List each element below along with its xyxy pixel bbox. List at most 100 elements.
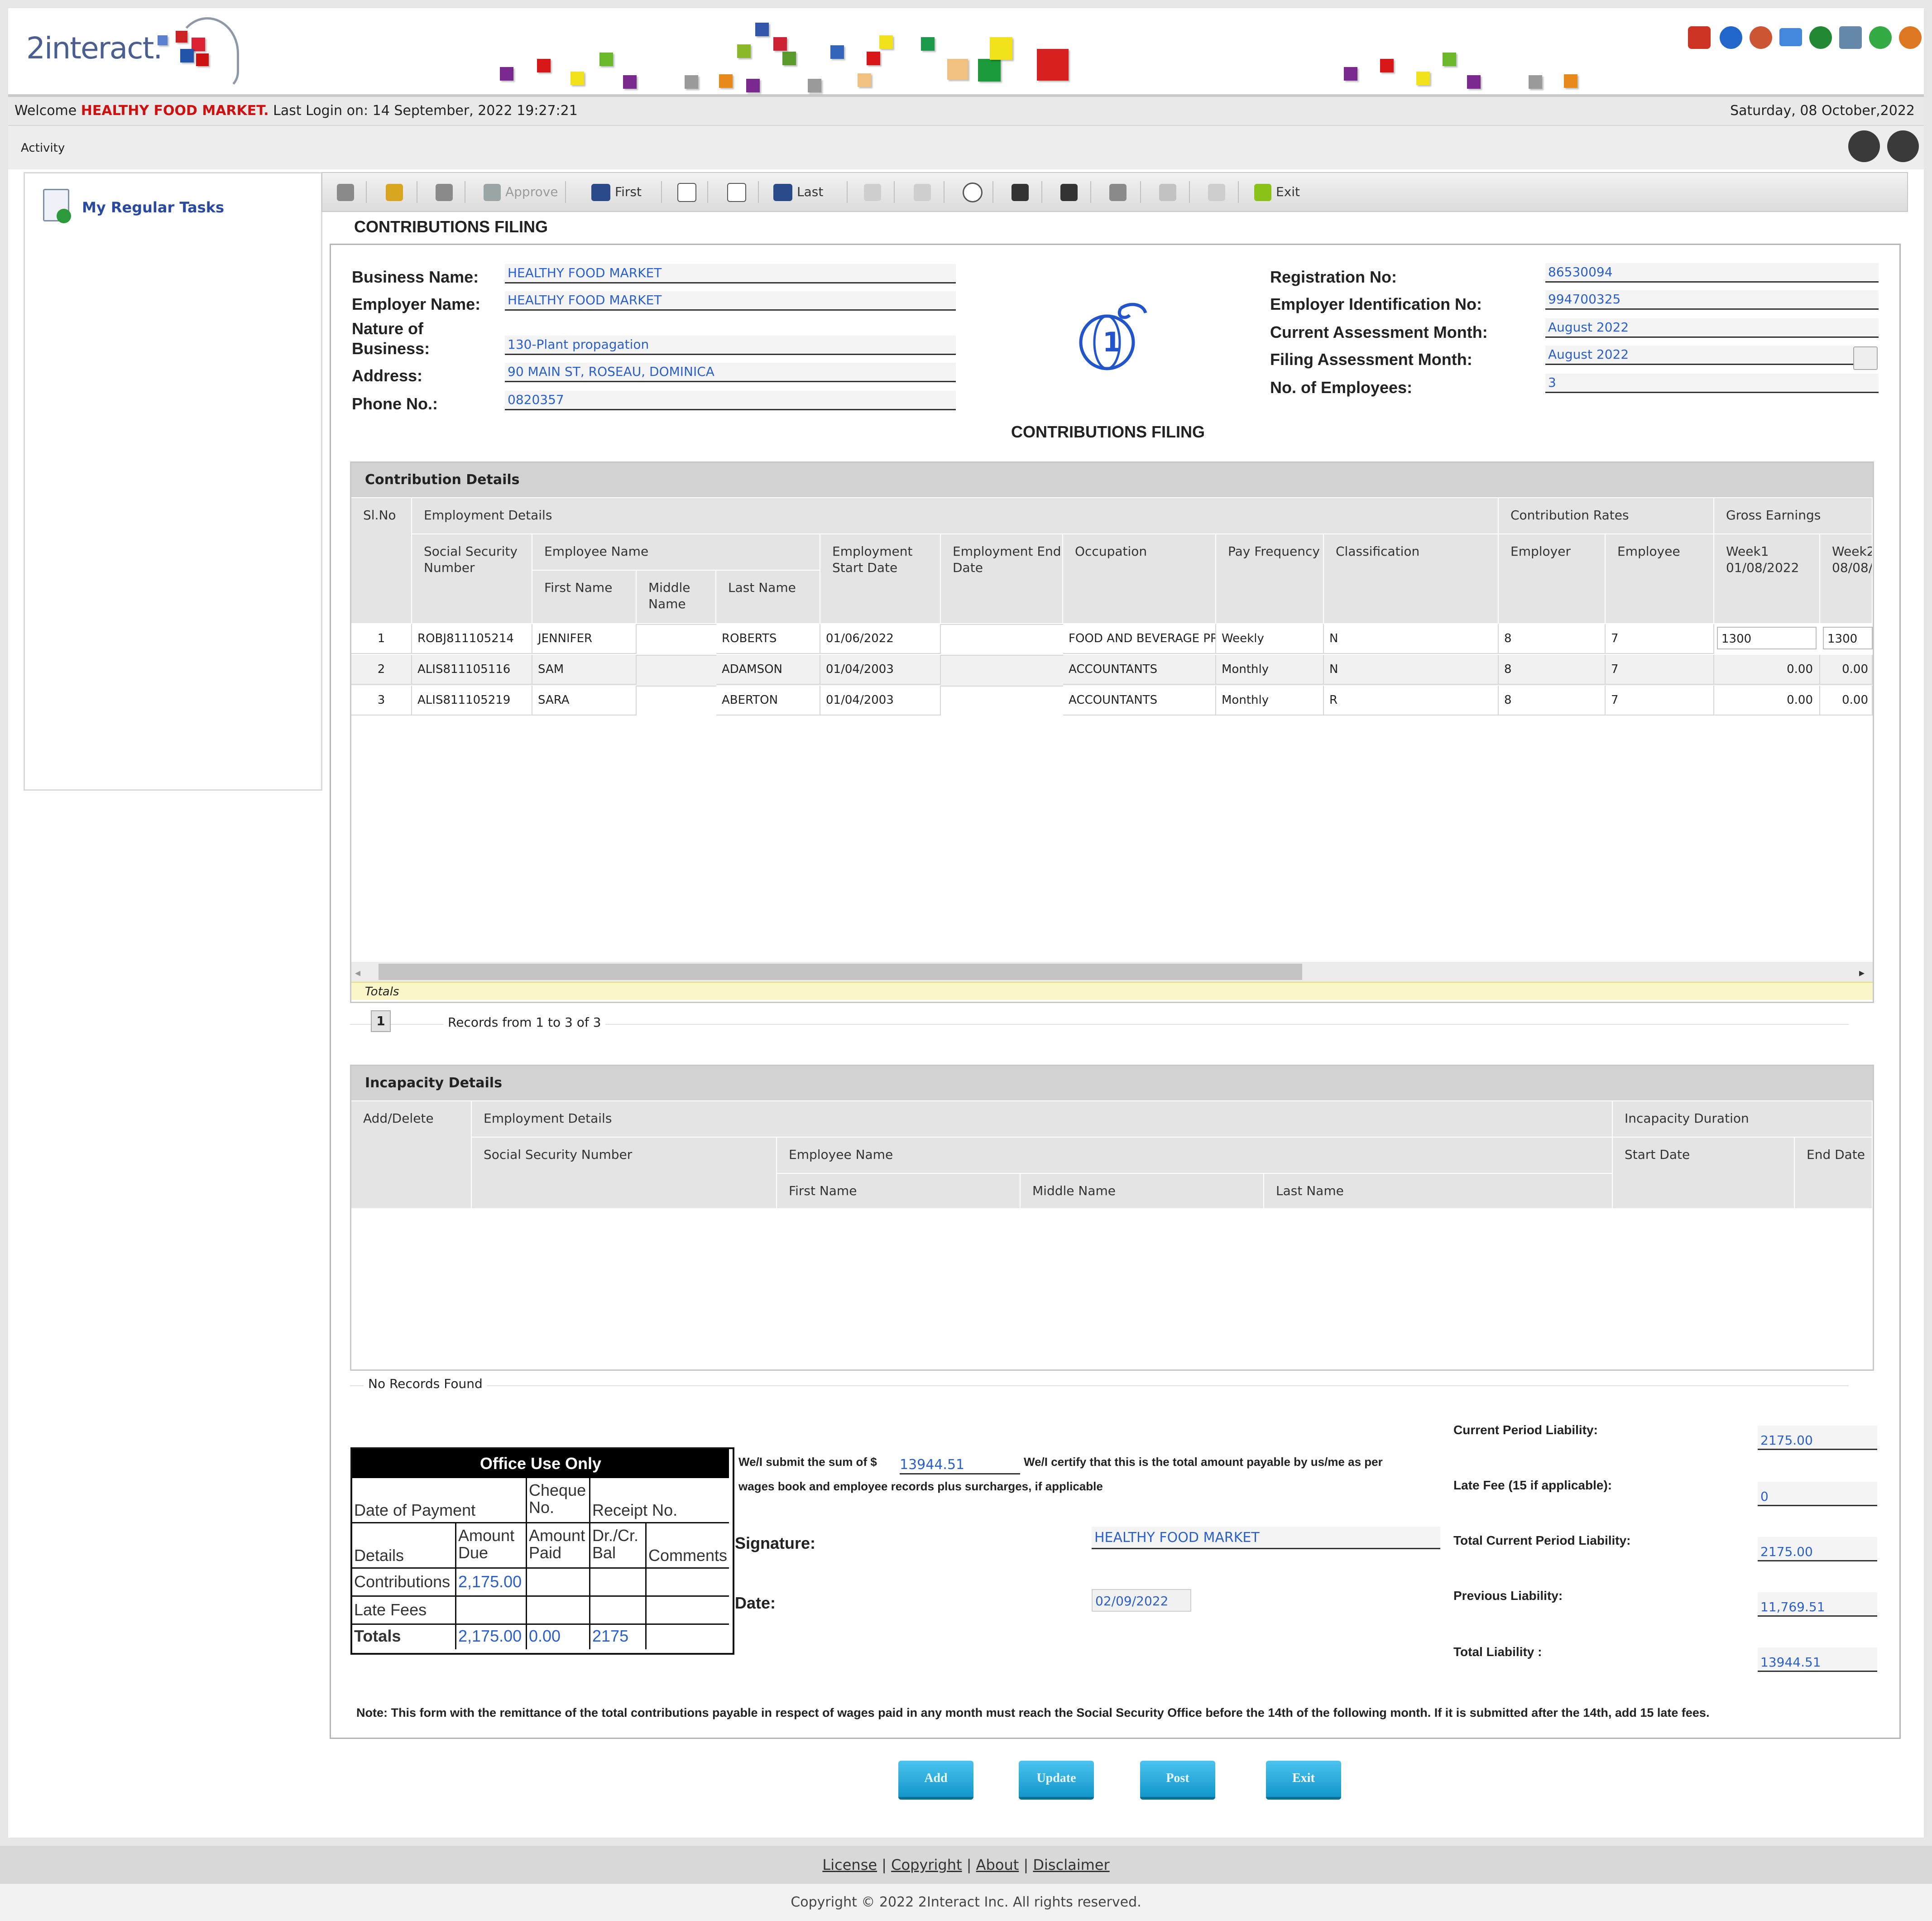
ein-field[interactable]: 994700325 xyxy=(1545,290,1879,310)
globe-icon[interactable] xyxy=(1720,26,1742,49)
cell-week2: 0.00 xyxy=(1820,655,1873,685)
col-incap-ssn: Social Security Number xyxy=(472,1138,777,1209)
date-field[interactable]: 02/09/2022 xyxy=(1092,1589,1191,1612)
activity-menu[interactable]: Activity xyxy=(21,141,65,155)
exit-form-button[interactable]: Exit xyxy=(1266,1761,1341,1800)
total-current-liability-field[interactable]: 2175.00 xyxy=(1758,1537,1877,1561)
week1-input[interactable]: 1300 xyxy=(1717,627,1817,649)
office-totals-due: 2,175.00 xyxy=(456,1625,527,1649)
prev-button[interactable] xyxy=(677,179,701,205)
next-button[interactable] xyxy=(727,179,751,205)
logout-icon[interactable] xyxy=(1899,26,1922,49)
my-regular-tasks-link[interactable]: My Regular Tasks xyxy=(82,199,224,216)
print-icon[interactable] xyxy=(337,179,359,205)
undo-icon[interactable] xyxy=(864,179,886,205)
incapacity-grid-title: Incapacity Details xyxy=(351,1066,1873,1100)
cell-end-date xyxy=(941,655,1063,656)
first-button[interactable]: First xyxy=(591,179,642,205)
last-button[interactable]: Last xyxy=(773,179,823,205)
col-end-date: Employment End Date xyxy=(941,534,1063,624)
license-link[interactable]: License xyxy=(822,1856,877,1873)
update-button[interactable]: Update xyxy=(1019,1761,1094,1800)
folder-icon[interactable] xyxy=(386,179,407,205)
accessibility-icon[interactable] xyxy=(1848,130,1880,162)
printer-icon[interactable] xyxy=(1208,179,1230,205)
address-field[interactable]: 90 MAIN ST, ROSEAU, DOMINICA xyxy=(505,363,956,382)
horizontal-scrollbar[interactable]: ◂ ▸ xyxy=(351,962,1873,982)
cell-employee-rate: 7 xyxy=(1606,624,1714,654)
user-icon[interactable] xyxy=(1750,26,1772,49)
lookup-search-icon[interactable] xyxy=(1853,346,1878,370)
col-incap-start-date: Start Date xyxy=(1613,1138,1795,1209)
info-icon[interactable] xyxy=(1887,130,1919,162)
scrollbar-thumb[interactable] xyxy=(379,964,1302,980)
office-contributions-label: Contributions xyxy=(352,1569,456,1597)
post-button[interactable]: Post xyxy=(1140,1761,1215,1800)
employer-name-field[interactable]: HEALTHY FOOD MARKET xyxy=(505,291,956,311)
page-number-button[interactable]: 1 xyxy=(371,1010,391,1032)
nature-of-business-field[interactable]: 130-Plant propagation xyxy=(505,336,956,355)
about-link[interactable]: About xyxy=(976,1856,1019,1873)
attach-doc-icon[interactable] xyxy=(436,179,457,205)
signature-field[interactable]: HEALTHY FOOD MARKET xyxy=(1092,1527,1440,1549)
office-comments: Comments xyxy=(647,1523,729,1569)
filing-month-field[interactable]: August 2022 xyxy=(1545,346,1853,365)
office-receipt: Receipt No. xyxy=(590,1478,729,1523)
table-row[interactable]: 1 ROBJ811105214 JENNIFER ROBERTS 01/06/2… xyxy=(351,624,1873,655)
link-icon[interactable] xyxy=(1159,179,1181,205)
office-totals-label: Totals xyxy=(352,1625,456,1649)
save-all-icon[interactable] xyxy=(1060,179,1082,205)
approve-label: Approve xyxy=(505,184,558,199)
total-liability-field[interactable]: 13944.51 xyxy=(1758,1647,1877,1672)
col-pay-frequency: Pay Frequency xyxy=(1216,534,1324,624)
welcome-prefix: Welcome xyxy=(14,103,77,119)
welcome-bar: Welcome HEALTHY FOOD MARKET. Last Login … xyxy=(8,97,1924,126)
activity-bar: Activity xyxy=(8,126,1924,169)
search-icon[interactable] xyxy=(963,179,987,205)
address-label: Address: xyxy=(352,366,423,385)
disclaimer-link[interactable]: Disclaimer xyxy=(1033,1856,1109,1873)
week2-input[interactable]: 1300 xyxy=(1823,627,1873,649)
previous-liability-field[interactable]: 11,769.51 xyxy=(1758,1592,1877,1617)
save-icon[interactable] xyxy=(1012,179,1033,205)
col-incap-middle-name: Middle Name xyxy=(1021,1174,1264,1209)
phone-field[interactable]: 0820357 xyxy=(505,391,956,410)
page-title: CONTRIBUTIONS FILING xyxy=(354,217,548,236)
cell-classification: N xyxy=(1324,624,1499,654)
table-row[interactable]: 2 ALIS811105116 SAM ADAMSON 01/04/2003 A… xyxy=(351,655,1873,686)
exit-button[interactable]: Exit xyxy=(1254,179,1300,205)
employees-field[interactable]: 3 xyxy=(1545,374,1879,393)
cell-employer-rate: 8 xyxy=(1499,624,1606,654)
cell-last-name: ADAMSON xyxy=(716,655,820,685)
cell-employee-rate: 7 xyxy=(1606,655,1714,685)
attach-icon[interactable] xyxy=(1109,179,1131,205)
monitor-icon[interactable] xyxy=(1839,26,1862,49)
mail-icon[interactable] xyxy=(1779,28,1802,46)
copyright-link[interactable]: Copyright xyxy=(891,1856,962,1873)
scroll-left-icon[interactable]: ◂ xyxy=(355,966,360,979)
question-icon[interactable] xyxy=(1869,26,1892,49)
registration-field[interactable]: 86530094 xyxy=(1545,263,1879,283)
help-circle-icon[interactable] xyxy=(1809,26,1832,49)
late-fee-label: Late Fee (15 if applicable): xyxy=(1453,1478,1612,1492)
table-row[interactable]: 3 ALIS811105219 SARA ABERTON 01/04/2003 … xyxy=(351,686,1873,716)
incapacity-grid: Incapacity Details Add/Delete Employment… xyxy=(350,1065,1874,1371)
col-week2: Week2 08/08/2022 xyxy=(1820,534,1873,624)
home-icon[interactable] xyxy=(1688,26,1711,49)
business-name-field[interactable]: HEALTHY FOOD MARKET xyxy=(505,264,956,283)
redo-icon[interactable] xyxy=(914,179,935,205)
add-button[interactable]: Add xyxy=(898,1761,973,1800)
certify-prefix: We/I submit the sum of $ xyxy=(738,1455,877,1469)
scroll-right-icon[interactable]: ▸ xyxy=(1859,966,1865,979)
employees-label: No. of Employees: xyxy=(1270,378,1413,397)
current-period-liability-field[interactable]: 2175.00 xyxy=(1758,1426,1877,1450)
office-use-table: Office Use Only Date of Payment Cheque N… xyxy=(350,1447,734,1655)
brand-logo[interactable]: 2interact. xyxy=(26,31,163,66)
late-fee-field[interactable]: 0 xyxy=(1758,1482,1877,1506)
submit-sum-field[interactable]: 13944.51 xyxy=(900,1451,1020,1474)
current-month-field[interactable]: August 2022 xyxy=(1545,318,1879,338)
approve-button[interactable]: Approve xyxy=(484,179,558,205)
certify-text-line2: wages book and employee records plus sur… xyxy=(738,1479,1103,1493)
employer-name-label: Employer Name: xyxy=(352,295,481,313)
col-incapacity-duration: Incapacity Duration xyxy=(1613,1101,1873,1138)
